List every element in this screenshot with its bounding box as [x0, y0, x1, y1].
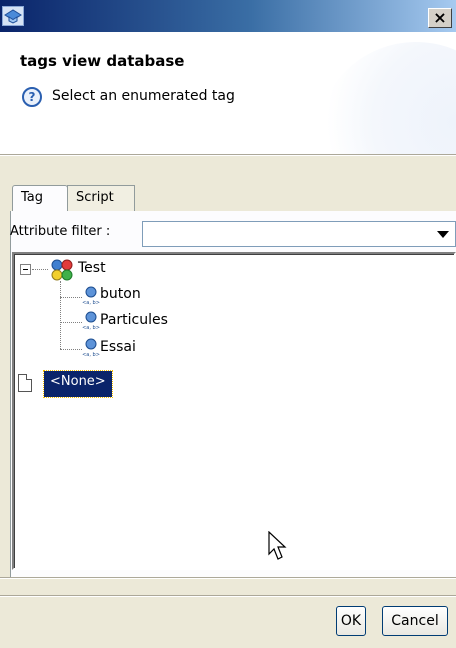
tab-script[interactable]: Script	[67, 185, 135, 211]
attribute-tag-icon: <a, b>	[82, 286, 100, 306]
tree-node-particules[interactable]: Particules	[100, 312, 168, 328]
tab-tag[interactable]: Tag	[12, 185, 68, 211]
help-icon: ?	[22, 87, 42, 107]
panel-bottom-separator	[0, 577, 456, 579]
collapse-toggle-icon[interactable]	[20, 264, 31, 275]
attribute-filter-combo[interactable]	[142, 221, 456, 247]
tree-connector	[60, 281, 61, 349]
mouse-cursor-icon	[268, 531, 287, 560]
attribute-tag-icon: <a, b>	[82, 338, 100, 358]
header-decoration	[316, 42, 456, 154]
tag-tree[interactable]	[12, 252, 456, 570]
tree-connector	[32, 269, 48, 270]
close-button[interactable]: ×	[428, 8, 452, 28]
ok-button[interactable]: OK	[336, 606, 366, 636]
attribute-filter-label: Attribute filter :	[10, 224, 111, 239]
enum-tag-icon	[51, 259, 73, 281]
tree-node-buton[interactable]: buton	[100, 286, 141, 302]
dropdown-arrow-icon[interactable]	[437, 231, 449, 238]
tree-connector	[60, 349, 82, 350]
tree-node-none[interactable]: <None>	[43, 370, 113, 398]
svg-text:<a, b>: <a, b>	[82, 325, 100, 331]
cancel-button[interactable]: Cancel	[382, 606, 448, 636]
app-icon	[2, 6, 24, 26]
dialog-header: tags view database ? Select an enumerate…	[0, 32, 456, 154]
svg-text:<a, b>: <a, b>	[82, 352, 100, 358]
dialog-title: tags view database	[20, 52, 185, 70]
tree-node-essai[interactable]: Essai	[100, 339, 136, 355]
document-icon	[18, 374, 32, 392]
attribute-tag-icon: <a, b>	[82, 311, 100, 331]
svg-text:<a, b>: <a, b>	[82, 300, 100, 306]
button-bar-separator	[0, 595, 456, 597]
tree-node-test[interactable]: Test	[78, 260, 106, 276]
header-separator	[0, 154, 456, 156]
title-bar: ×	[0, 0, 456, 32]
tree-connector	[60, 297, 82, 298]
tree-connector	[60, 322, 82, 323]
dialog-message: Select an enumerated tag	[52, 88, 235, 104]
